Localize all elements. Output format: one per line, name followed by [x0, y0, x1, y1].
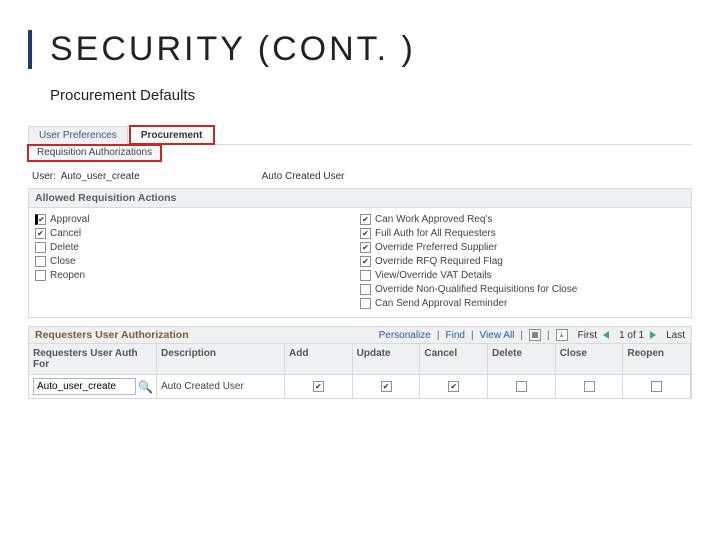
tab-user-preferences[interactable]: User Preferences [28, 126, 128, 144]
actions-col-left: Approval Cancel Delete Close Reopen [35, 214, 360, 309]
label-can-send-reminder: Can Send Approval Reminder [375, 298, 507, 309]
grid-checkbox-reopen[interactable] [651, 381, 662, 392]
app-screenshot: User Preferences Procurement Requisition… [28, 126, 692, 399]
grid-data-row: 🔍 Auto Created User [29, 375, 691, 398]
grid-checkbox-close[interactable] [584, 381, 595, 392]
checkbox-can-work-approved[interactable] [360, 214, 371, 225]
label-override-supplier: Override Preferred Supplier [375, 242, 497, 253]
label-cancel: Cancel [50, 228, 81, 239]
checkbox-full-auth[interactable] [360, 228, 371, 239]
label-view-vat: View/Override VAT Details [375, 270, 492, 281]
label-delete: Delete [50, 242, 79, 253]
auto-created-user-label: Auto Created User [262, 171, 345, 182]
grid-checkbox-delete[interactable] [516, 381, 527, 392]
col-update[interactable]: Update [353, 344, 421, 375]
label-override-nonqualified: Override Non-Qualified Requisitions for … [375, 284, 577, 295]
cell-description: Auto Created User [161, 381, 244, 392]
checkbox-can-send-reminder[interactable] [360, 298, 371, 309]
label-can-work-approved: Can Work Approved Req's [375, 214, 492, 225]
link-find[interactable]: Find [445, 330, 464, 341]
checkbox-delete[interactable] [35, 242, 46, 253]
grid-checkbox-cancel[interactable] [448, 381, 459, 392]
page-title: SECURITY (CONT. ) [50, 30, 692, 69]
requesters-auth-grid: Requesters User Auth For Description Add… [28, 344, 692, 399]
actions-col-right: Can Work Approved Req's Full Auth for Al… [360, 214, 685, 309]
col-add[interactable]: Add [285, 344, 353, 375]
requesters-auth-header-row: Requesters User Authorization Personaliz… [28, 326, 692, 344]
col-reopen[interactable]: Reopen [623, 344, 691, 375]
allowed-actions-box: Approval Cancel Delete Close Reopen Can … [28, 208, 692, 318]
checkbox-override-supplier[interactable] [360, 242, 371, 253]
grid-checkbox-update[interactable] [381, 381, 392, 392]
col-cancel[interactable]: Cancel [420, 344, 488, 375]
checkbox-close[interactable] [35, 256, 46, 267]
col-delete[interactable]: Delete [488, 344, 556, 375]
checkbox-override-nonqualified[interactable] [360, 284, 371, 295]
user-label: User: [32, 171, 56, 182]
lookup-icon[interactable]: 🔍 [138, 380, 152, 394]
label-override-rfq: Override RFQ Required Flag [375, 256, 503, 267]
label-reopen: Reopen [50, 270, 85, 281]
nav-range: 1 of 1 [619, 330, 644, 341]
col-requesters-user[interactable]: Requesters User Auth For [29, 344, 157, 375]
checkbox-reopen[interactable] [35, 270, 46, 281]
user-info-row: User: Auto_user_create Auto Created User [28, 161, 692, 188]
nav-next-icon[interactable] [650, 331, 656, 339]
grid-header-row: Requesters User Auth For Description Add… [29, 344, 691, 375]
checkbox-cancel[interactable] [35, 228, 46, 239]
label-close: Close [50, 256, 76, 267]
col-description[interactable]: Description [157, 344, 285, 375]
zoom-icon[interactable]: ▦ [529, 329, 541, 341]
page-subtitle: Procurement Defaults [50, 87, 692, 104]
tab-procurement[interactable]: Procurement [130, 126, 214, 144]
input-requesters-user[interactable] [33, 378, 136, 395]
checkbox-approval[interactable] [35, 214, 46, 225]
label-approval: Approval [50, 214, 89, 225]
nav-first-label: First [578, 330, 597, 341]
link-view-all[interactable]: View All [480, 330, 515, 341]
nav-last-label: Last [666, 330, 685, 341]
nav-prev-icon[interactable] [603, 331, 609, 339]
grid-checkbox-add[interactable] [313, 381, 324, 392]
requesters-auth-title: Requesters User Authorization [35, 329, 189, 341]
checkbox-override-rfq[interactable] [360, 256, 371, 267]
link-personalize[interactable]: Personalize [379, 330, 431, 341]
allowed-requisition-actions-header: Allowed Requisition Actions [28, 188, 692, 208]
checkbox-view-vat[interactable] [360, 270, 371, 281]
user-value: Auto_user_create [61, 171, 140, 182]
download-icon[interactable]: ⤓ [556, 329, 568, 341]
col-close[interactable]: Close [556, 344, 624, 375]
tab-strip: User Preferences Procurement [28, 126, 692, 144]
label-full-auth: Full Auth for All Requesters [375, 228, 496, 239]
subtab-requisition-authorizations[interactable]: Requisition Authorizations [28, 145, 161, 161]
